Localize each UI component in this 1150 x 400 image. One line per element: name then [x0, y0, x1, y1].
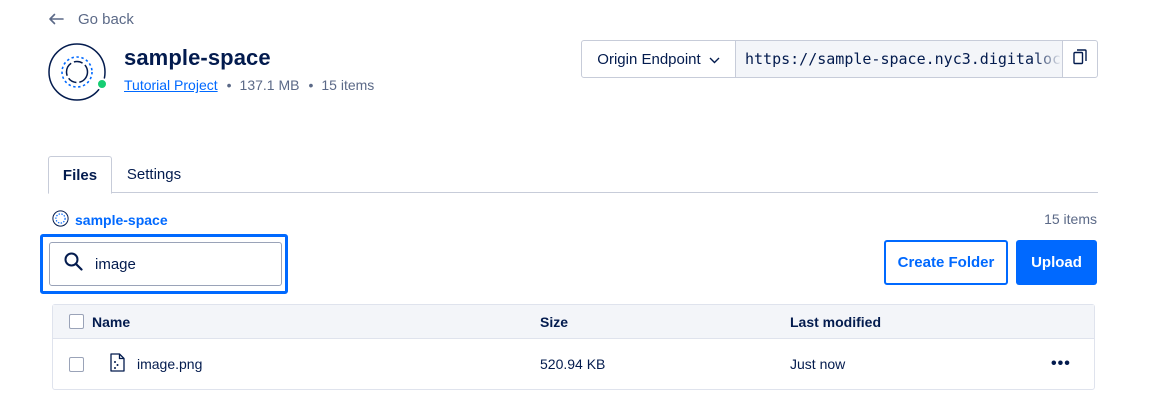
arrow-left-icon: [48, 13, 64, 25]
create-folder-button[interactable]: Create Folder: [884, 240, 1008, 285]
copy-button[interactable]: [1062, 41, 1097, 77]
space-icon: [48, 43, 108, 103]
space-title: sample-space: [124, 45, 271, 70]
file-modified: Just now: [790, 356, 846, 372]
search-box[interactable]: [49, 242, 282, 286]
space-size: 137.1 MB: [239, 77, 300, 93]
endpoint-select-label: Origin Endpoint: [597, 50, 701, 68]
more-actions-icon[interactable]: •••: [1051, 339, 1071, 389]
search-input[interactable]: [95, 255, 265, 273]
endpoint-group: Origin Endpoint https://sample-space.nyc…: [581, 40, 1098, 78]
header-size[interactable]: Size: [540, 305, 568, 338]
file-size: 520.94 KB: [540, 356, 606, 372]
tab-settings[interactable]: Settings: [127, 156, 181, 193]
copy-icon: [1073, 48, 1087, 70]
go-back-link[interactable]: Go back: [48, 9, 134, 29]
files-table: Name Size Last modified image.png 520.94…: [52, 304, 1095, 390]
space-item-count: 15 items: [321, 77, 375, 93]
header-last-modified[interactable]: Last modified: [790, 305, 881, 338]
space-small-icon: [52, 210, 69, 230]
file-name-cell: image.png: [110, 339, 202, 389]
search-icon: [64, 252, 83, 276]
tab-files[interactable]: Files: [48, 156, 112, 194]
separator-dot: •: [308, 77, 314, 93]
breadcrumb-label: sample-space: [75, 212, 168, 228]
item-count: 15 items: [1044, 211, 1097, 227]
separator-dot: •: [226, 77, 232, 93]
table-row[interactable]: image.png 520.94 KB Just now •••: [53, 339, 1094, 389]
row-checkbox[interactable]: [69, 356, 84, 372]
endpoint-url[interactable]: https://sample-space.nyc3.digitaloceansp…: [736, 41, 1062, 77]
breadcrumb[interactable]: sample-space: [52, 210, 168, 230]
project-link[interactable]: Tutorial Project: [124, 77, 218, 93]
chevron-down-icon: [709, 51, 720, 68]
endpoint-select[interactable]: Origin Endpoint: [582, 41, 736, 77]
upload-button[interactable]: Upload: [1016, 240, 1097, 285]
space-meta: Tutorial Project • 137.1 MB • 15 items: [124, 77, 374, 93]
table-header: Name Size Last modified: [53, 305, 1094, 339]
status-dot: [96, 78, 108, 90]
select-all-checkbox[interactable]: [69, 314, 84, 329]
select-all-cell: [69, 305, 84, 338]
file-name[interactable]: image.png: [137, 356, 202, 372]
go-back-label: Go back: [78, 10, 134, 28]
tab-bar: Files Settings: [48, 156, 1098, 194]
file-image-icon: [110, 353, 125, 375]
row-checkbox-cell: [69, 339, 84, 389]
header-name[interactable]: Name: [92, 305, 130, 338]
